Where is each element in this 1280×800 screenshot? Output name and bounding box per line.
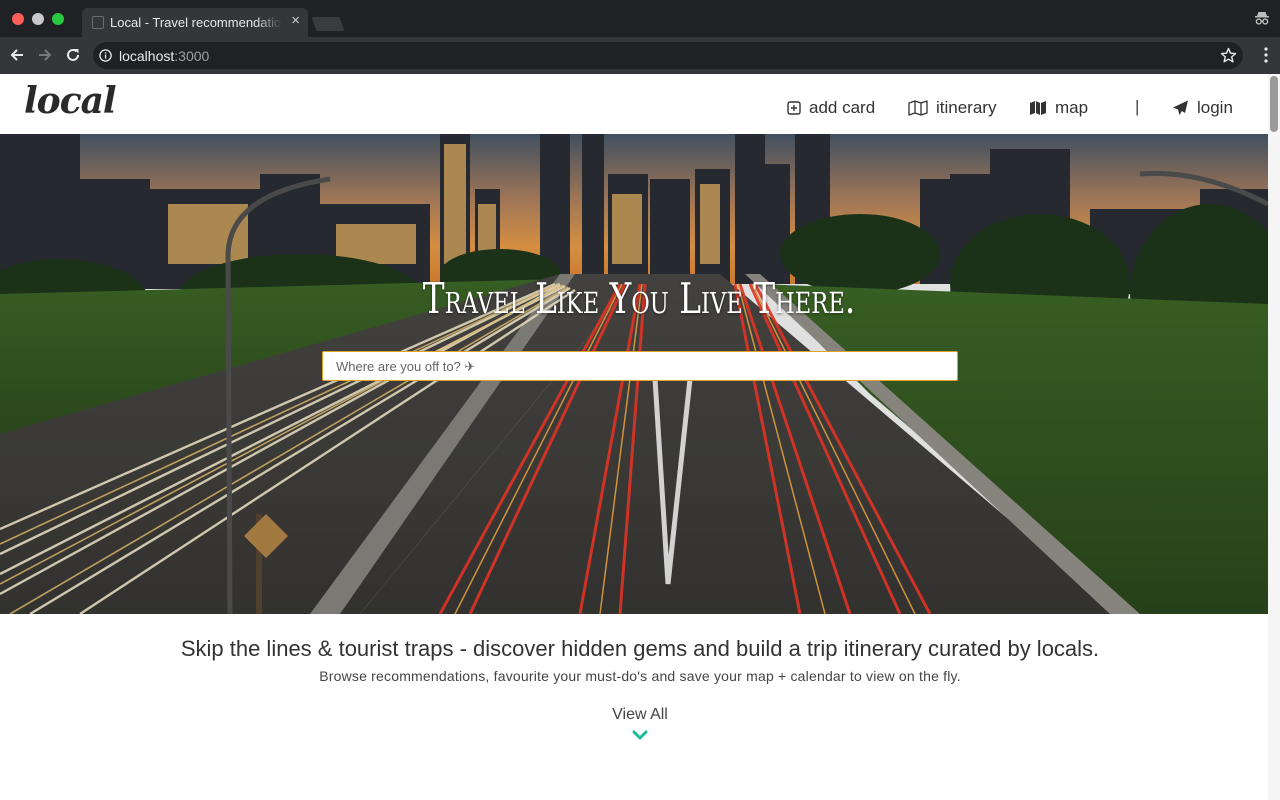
minimize-window-button[interactable] — [32, 13, 44, 25]
nav-map-label: map — [1055, 98, 1089, 117]
scrollbar-thumb[interactable] — [1270, 76, 1278, 132]
forward-arrow-icon[interactable] — [36, 46, 54, 64]
page-viewport: local add card itinerary map | login Tra… — [0, 74, 1280, 800]
reload-icon[interactable] — [64, 46, 82, 64]
hero-banner: Travel Like You Live There. — [0, 134, 1268, 614]
bookmark-star-icon[interactable] — [1220, 47, 1237, 64]
destination-search-input[interactable] — [322, 351, 958, 381]
nav-itinerary-label: itinerary — [936, 98, 997, 117]
page-icon — [92, 16, 104, 29]
nav-add-card[interactable]: add card — [787, 97, 875, 119]
intro-subline: Browse recommendations, favourite your m… — [319, 668, 961, 684]
url-text: localhost:3000 — [119, 48, 209, 64]
incognito-icon — [1255, 12, 1269, 25]
address-bar[interactable]: localhost:3000 — [93, 42, 1243, 69]
maximize-window-button[interactable] — [52, 13, 64, 25]
hero-tagline: Travel Like You Live There. — [422, 274, 856, 323]
info-icon[interactable] — [99, 49, 112, 62]
view-all-link[interactable]: View All — [0, 706, 1280, 724]
browser-tab[interactable]: Local - Travel recommendations × — [82, 8, 308, 37]
map-outline-icon — [908, 100, 928, 116]
tab-title: Local - Travel recommendations — [110, 15, 282, 30]
map-filled-icon — [1030, 101, 1046, 115]
close-window-button[interactable] — [12, 13, 24, 25]
nav-map[interactable]: map — [1029, 97, 1088, 119]
nav-login[interactable]: login — [1172, 97, 1233, 119]
paper-plane-icon — [1173, 100, 1188, 115]
page-scrollbar[interactable] — [1268, 74, 1280, 800]
new-tab-button[interactable] — [311, 17, 345, 31]
nav-add-card-label: add card — [809, 98, 876, 117]
browser-titlebar: Local - Travel recommendations × — [0, 0, 1280, 37]
site-logo[interactable]: local — [24, 80, 117, 122]
browser-menu-icon[interactable] — [1264, 47, 1268, 63]
browser-toolbar: localhost:3000 — [0, 37, 1280, 74]
url-host: localhost — [119, 48, 175, 64]
url-port: :3000 — [174, 48, 210, 64]
site-navbar: local add card itinerary map | login — [0, 74, 1268, 134]
tab-close-icon[interactable]: × — [291, 13, 300, 29]
nav-login-label: login — [1197, 98, 1233, 117]
chevron-down-icon[interactable] — [632, 730, 648, 740]
intro-headline: Skip the lines & tourist traps - discove… — [180, 636, 1100, 661]
back-arrow-icon[interactable] — [8, 46, 26, 64]
plus-square-icon — [787, 101, 801, 115]
nav-separator: | — [1135, 97, 1140, 116]
nav-itinerary[interactable]: itinerary — [908, 97, 996, 119]
